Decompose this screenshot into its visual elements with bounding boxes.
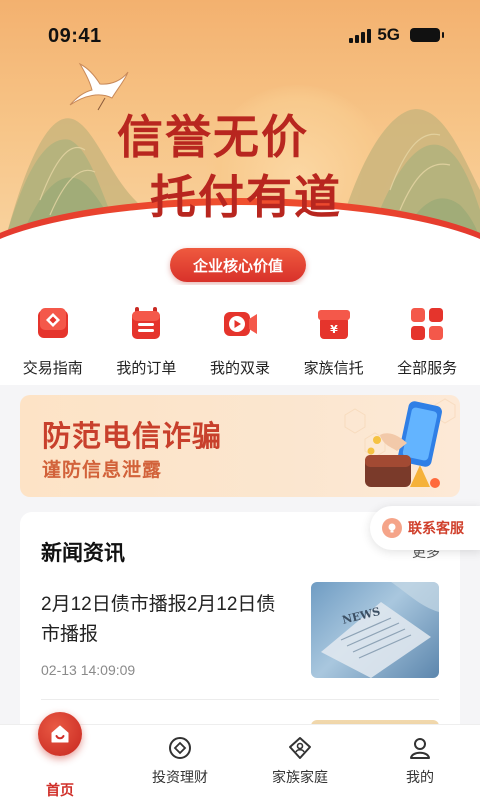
quick-menu-item-guide[interactable]: 交易指南 [6,285,100,385]
quick-menu-label-guide: 交易指南 [22,360,83,377]
hero-banner: 09:41 5G 信誉无价 托付有道 企业核心价值 [0,0,480,285]
contact-service-label: 联系客服 [408,520,464,536]
tab-label-invest: 投资理财 [152,769,208,785]
tab-label-profile: 我的 [406,769,434,785]
news-section-title: 新闻资讯 [41,542,125,565]
tab-label-home: 首页 [46,782,74,798]
guide-icon [37,308,68,338]
invest-icon [169,737,191,759]
home-icon[interactable] [38,712,82,756]
hero-slogan-line2: 托付有道 [150,170,342,224]
quick-menu-item-dual-record[interactable]: 我的双录 [193,285,287,385]
all-services-icon [411,308,444,340]
signal-icon [349,27,372,43]
network-type: 5G [377,25,400,44]
tab-invest[interactable]: 投资理财 [120,725,240,800]
core-values-button[interactable]: 企业核心价值 [170,248,306,282]
news-timestamp: 02-13 14:09:09 [41,662,136,678]
news-thumbnail: NEWS [311,582,439,678]
news-list-item[interactable]: 2月12日债市播报2月12日债市播报 02-13 14:09:09 NEWS [41,582,441,700]
quick-menu-label-orders: 我的订单 [116,360,177,377]
status-time: 09:41 [48,25,102,47]
status-bar: 09:41 5G [0,0,480,70]
tab-label-family: 家族家庭 [272,769,328,785]
news-divider [41,699,439,700]
anti-fraud-banner[interactable]: 防范电信诈骗 谨防信息泄露 [20,395,460,497]
phone-wallet-illustration [344,398,456,488]
banner-title: 防范电信诈骗 [42,419,223,453]
news-headline: 2月12日债市播报2月12日债市播报 [41,594,276,645]
contact-service-button[interactable]: 联系客服 [370,506,480,550]
tab-family[interactable]: 家族家庭 [240,725,360,800]
order-icon [132,307,161,339]
family-icon [289,737,311,759]
hero-slogan-line1: 信誉无价 [117,110,309,164]
quick-menu-label-all-services: 全部服务 [397,360,458,377]
status-indicators: 5G [349,25,444,45]
quick-menu-label-family-trust: 家族信托 [303,360,364,377]
trust-box-icon: ¥ [317,310,350,339]
quick-menu-label-dual-record: 我的双录 [209,360,270,377]
app-home-screen: 09:41 5G 信誉无价 托付有道 企业核心价值 交易指南 我的订单 我的双录… [0,0,480,800]
svg-text:¥: ¥ [330,323,338,336]
battery-icon [410,28,444,42]
quick-menu-item-all-services[interactable]: 全部服务 [380,285,474,385]
video-record-icon [223,312,257,336]
quick-menu-item-orders[interactable]: 我的订单 [100,285,194,385]
quick-menu-item-family-trust[interactable]: ¥ 家族信托 [287,285,381,385]
tab-profile[interactable]: 我的 [360,725,480,800]
banner-subtitle: 谨防信息泄露 [42,460,163,481]
newspaper-image: NEWS [321,582,439,678]
quick-menu: 交易指南 我的订单 我的双录 ¥ 家族信托 全部服务 [0,285,480,385]
profile-icon [410,738,430,759]
lightbulb-icon [382,518,402,538]
